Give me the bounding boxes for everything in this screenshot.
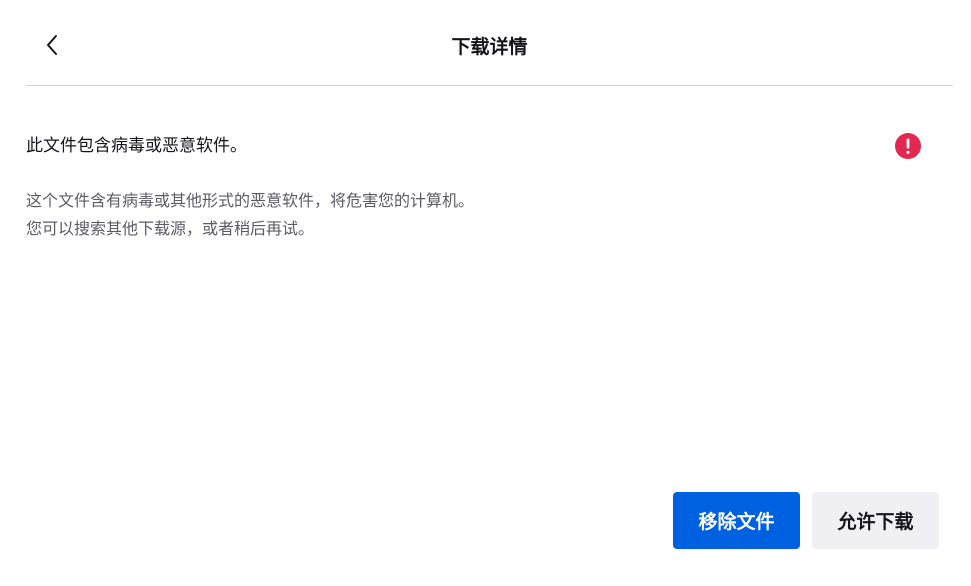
- page-title: 下载详情: [451, 36, 528, 58]
- allow-download-button[interactable]: 允许下载: [812, 492, 939, 549]
- remove-file-button[interactable]: 移除文件: [673, 492, 800, 549]
- description: 这个文件含有病毒或其他形式的恶意软件，将危害您的计算机。 您可以搜索其他下载源，…: [26, 187, 906, 243]
- header: 下载详情: [26, 0, 953, 86]
- error-exclamation-icon: [895, 133, 921, 159]
- download-details-panel: 下载详情 此文件包含病毒或恶意软件。 这个文件含有病毒或其他形式的恶意软件，将危…: [0, 0, 971, 586]
- status-message: 此文件包含病毒或恶意软件。: [26, 136, 247, 156]
- description-line-1: 这个文件含有病毒或其他形式的恶意软件，将危害您的计算机。: [26, 191, 475, 210]
- description-line-2: 您可以搜索其他下载源，或者稍后再试。: [26, 219, 315, 238]
